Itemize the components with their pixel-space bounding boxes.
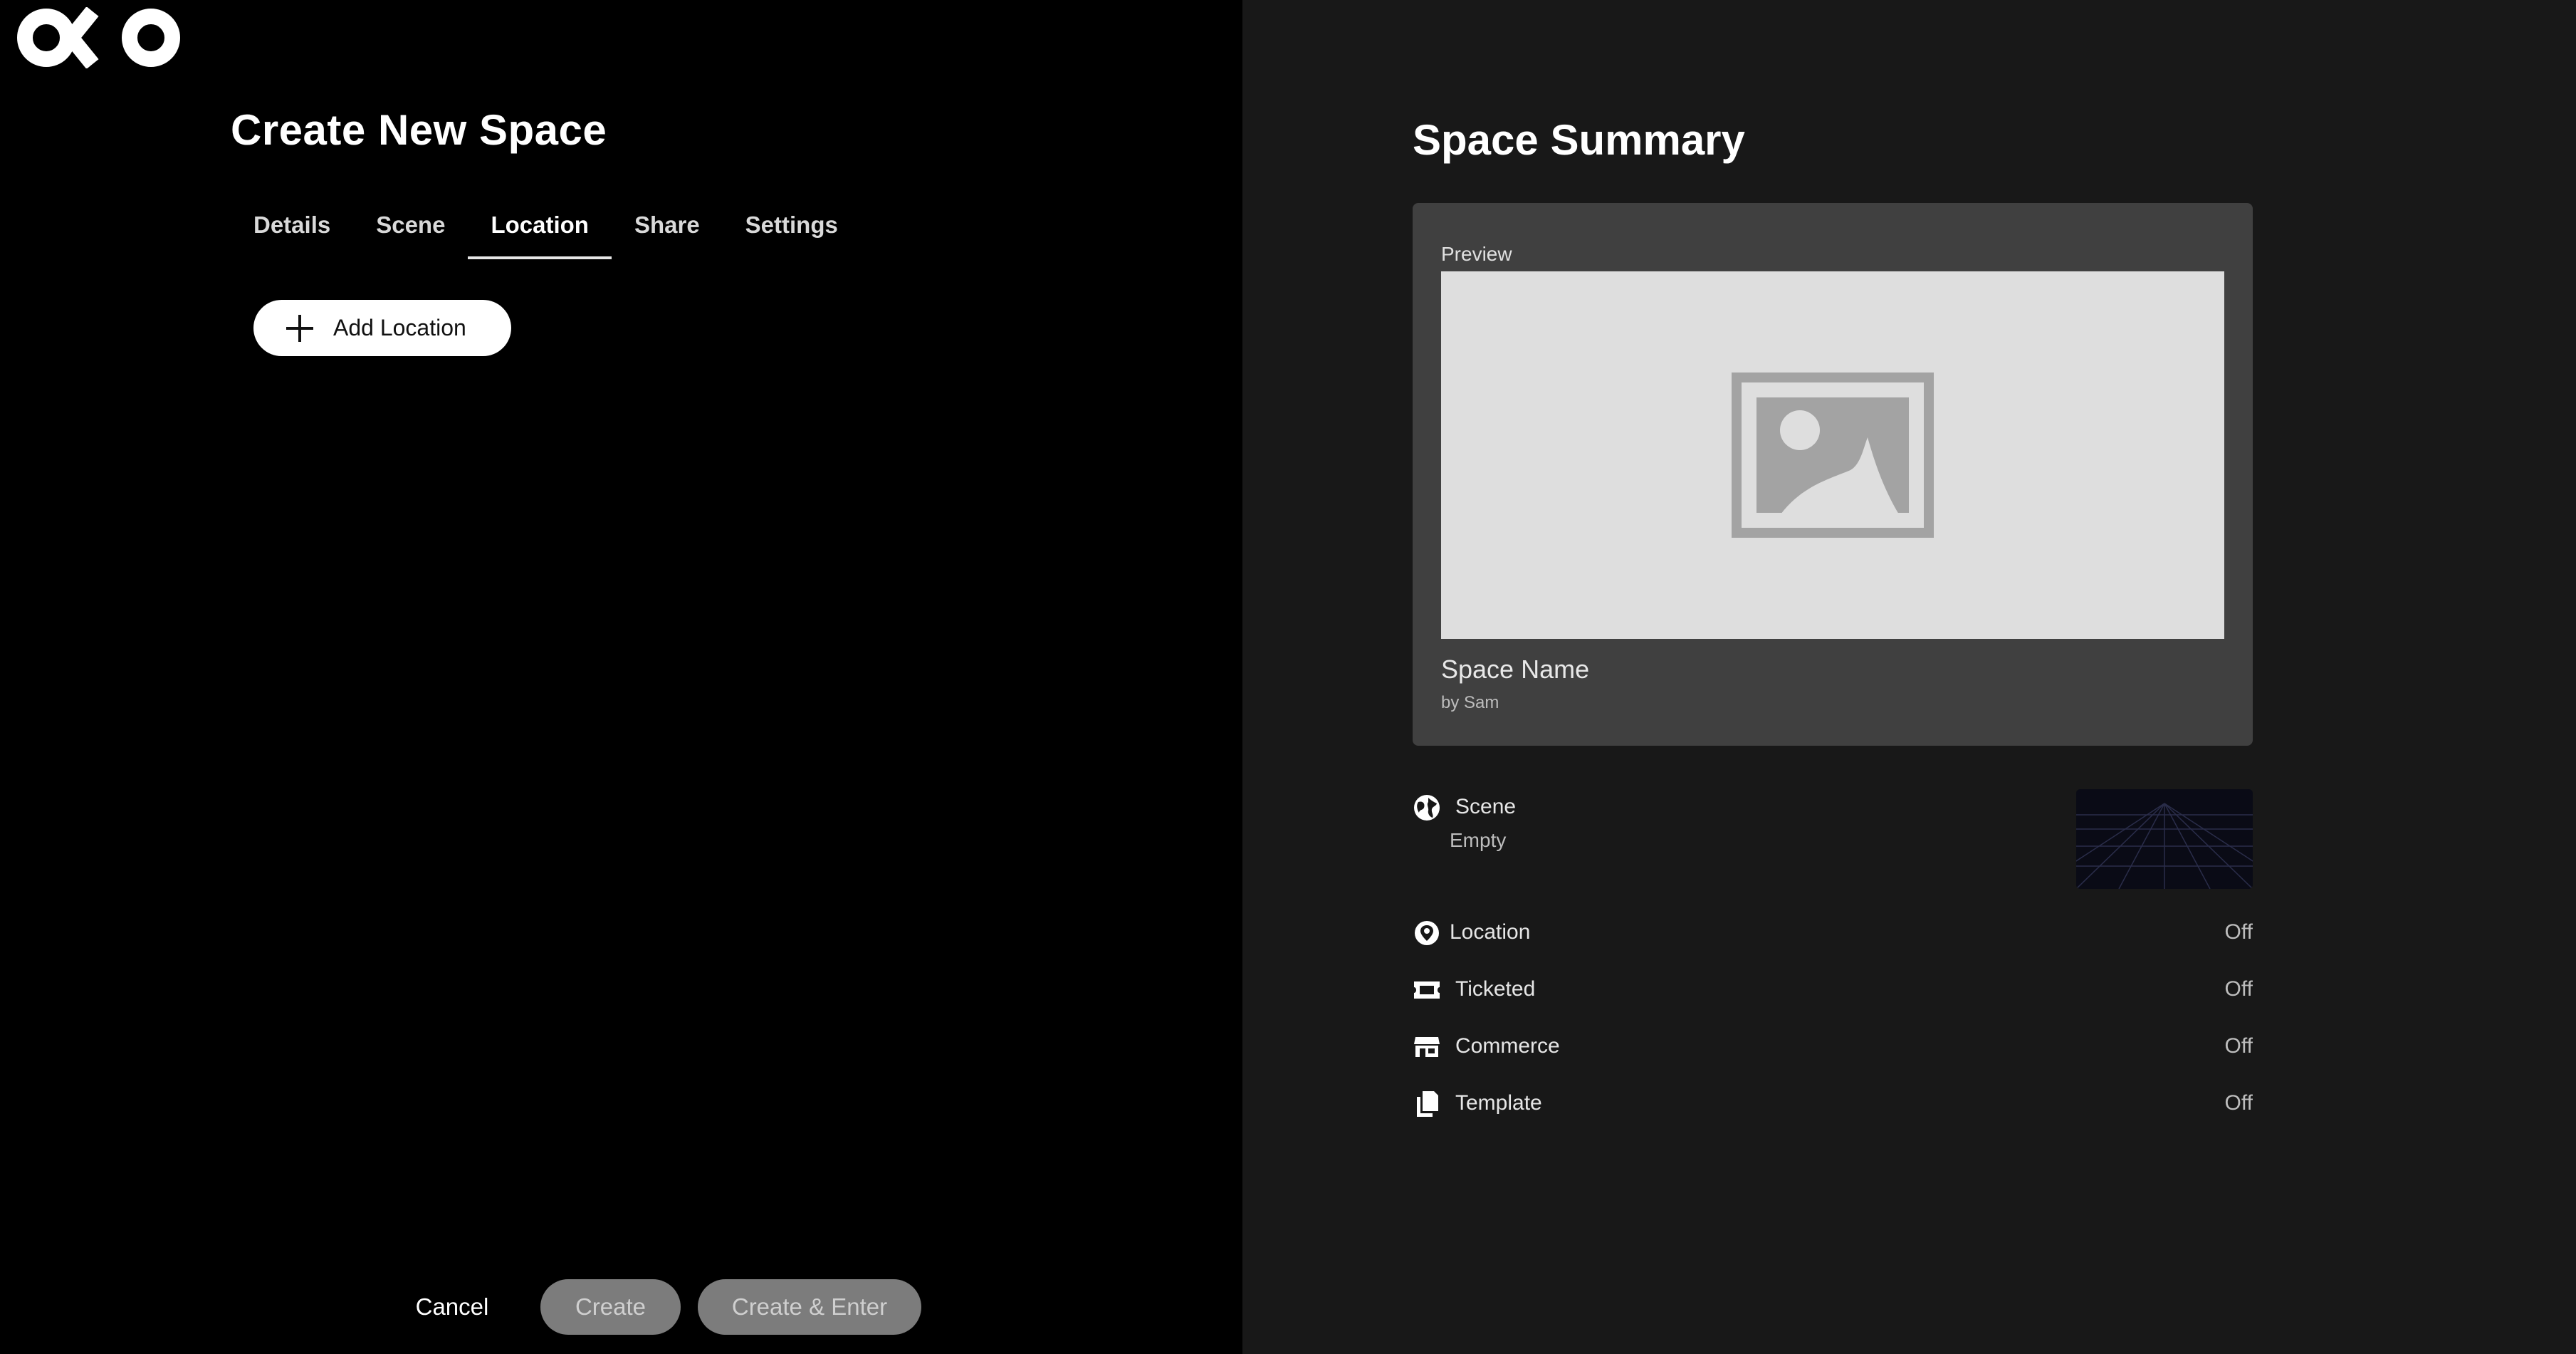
space-name: Space Name — [1441, 655, 1590, 684]
summary-title: Space Summary — [1413, 116, 1745, 164]
summary-row-location[interactable]: Location Off — [1413, 915, 2253, 950]
tab-scene[interactable]: Scene — [353, 207, 468, 259]
template-value: Off — [2224, 1091, 2253, 1115]
add-location-label: Add Location — [333, 315, 466, 340]
cancel-button[interactable]: Cancel — [399, 1279, 506, 1335]
oko-logo[interactable] — [16, 7, 182, 68]
tab-details[interactable]: Details — [231, 207, 353, 259]
tab-bar: Details Scene Location Share Settings — [231, 207, 861, 259]
storefront-icon — [1414, 1037, 1440, 1057]
page-title: Create New Space — [231, 106, 607, 154]
space-author: by Sam — [1441, 693, 1499, 712]
location-pin-icon — [1415, 921, 1439, 945]
tab-settings[interactable]: Settings — [723, 207, 861, 259]
create-and-enter-button[interactable]: Create & Enter — [698, 1279, 921, 1335]
scene-value: Empty — [1450, 829, 1507, 851]
summary-row-scene[interactable]: Scene Empty — [1413, 789, 2253, 892]
create-space-screen: Create New Space Details Scene Location … — [0, 0, 2576, 1354]
summary-row-template[interactable]: Template Off — [1413, 1085, 2253, 1121]
preview-label: Preview — [1441, 243, 1512, 265]
preview-image — [1441, 271, 2224, 639]
summary-row-ticketed[interactable]: Ticketed Off — [1413, 972, 2253, 1007]
location-label: Location — [1450, 920, 1531, 944]
template-label: Template — [1455, 1091, 1542, 1115]
globe-icon — [1414, 795, 1440, 821]
plus-icon — [286, 314, 313, 342]
scene-thumbnail — [2076, 789, 2253, 889]
create-space-pane: Create New Space Details Scene Location … — [0, 0, 1242, 1354]
scene-label: Scene — [1455, 795, 1517, 818]
add-location-button[interactable]: Add Location — [253, 300, 511, 356]
preview-card: Preview Space Name by Sam — [1413, 203, 2253, 746]
copy-template-icon — [1417, 1091, 1438, 1117]
create-button[interactable]: Create — [540, 1279, 681, 1335]
commerce-value: Off — [2224, 1034, 2253, 1058]
image-placeholder-icon — [1732, 373, 1934, 538]
location-value: Off — [2224, 920, 2253, 944]
commerce-label: Commerce — [1455, 1034, 1560, 1058]
tab-share[interactable]: Share — [612, 207, 723, 259]
ticketed-value: Off — [2224, 977, 2253, 1001]
tab-location[interactable]: Location — [468, 207, 612, 259]
summary-row-commerce[interactable]: Commerce Off — [1413, 1028, 2253, 1064]
ticketed-label: Ticketed — [1455, 977, 1536, 1001]
ticket-icon — [1414, 981, 1440, 999]
